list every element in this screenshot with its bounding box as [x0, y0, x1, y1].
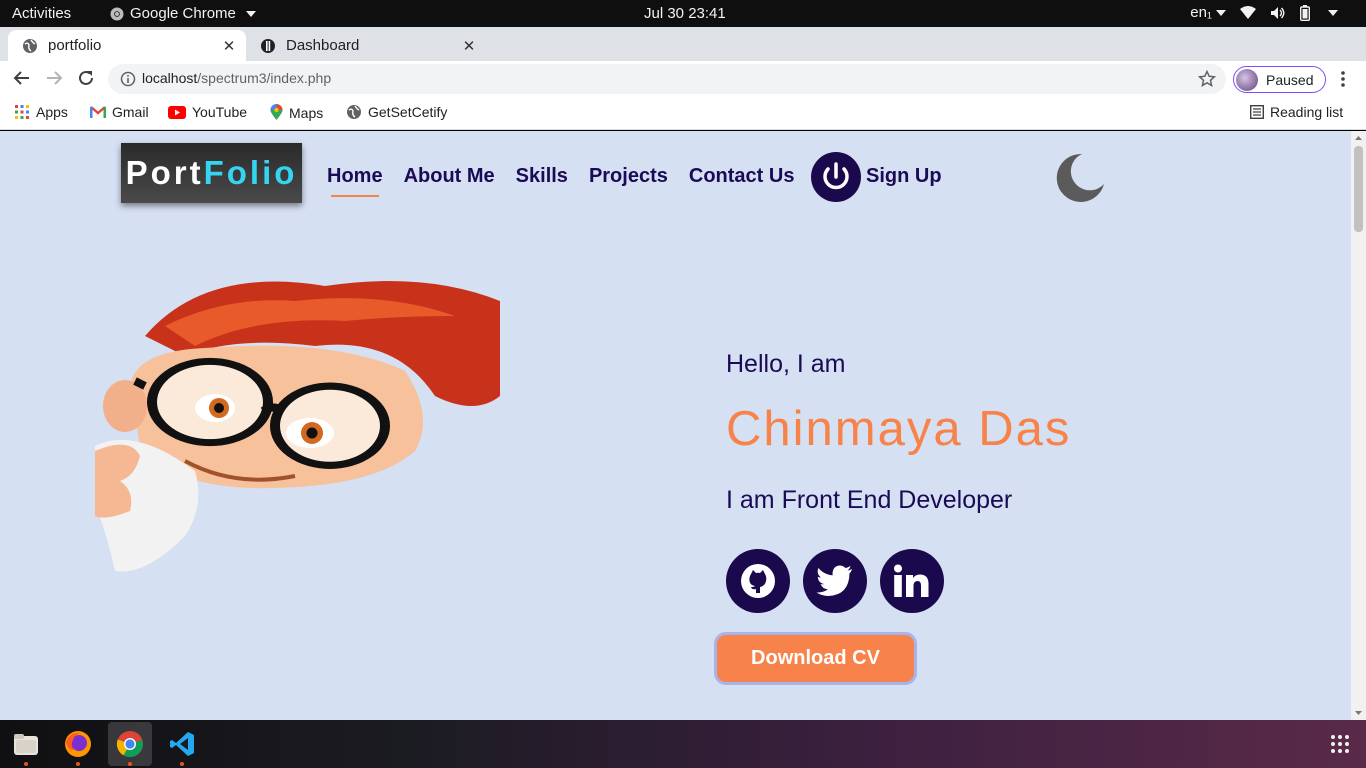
battery-icon	[1300, 4, 1310, 21]
moon-icon[interactable]	[1052, 151, 1106, 205]
chrome-icon	[110, 7, 124, 20]
close-icon[interactable]: ✕	[460, 37, 478, 55]
tab-strip: portfolio ✕ Dashboard ✕ +	[0, 27, 1366, 82]
address-bar[interactable]: localhost/spectrum3/index.php	[108, 64, 1226, 94]
volume-icon	[1271, 6, 1285, 19]
tab-title: portfolio	[48, 37, 102, 54]
dock-firefox[interactable]	[56, 722, 100, 766]
scroll-up-icon[interactable]	[1351, 133, 1366, 143]
youtube-icon	[168, 105, 186, 119]
hero-role: I am Front End Developer	[726, 486, 1013, 514]
profile-status: Paused	[1266, 71, 1314, 88]
running-indicator	[24, 762, 28, 766]
taskbar-dock	[0, 720, 1366, 768]
running-indicator	[128, 762, 132, 766]
bookmark-apps[interactable]: Apps	[14, 104, 68, 120]
bookmarks-bar: Apps Gmail YouTube Maps GetSetCetify Rea…	[0, 97, 1366, 130]
hero-illustration	[95, 281, 500, 572]
globe-icon	[23, 38, 37, 53]
bookmark-youtube[interactable]: YouTube	[168, 104, 247, 120]
bookmark-star-icon[interactable]	[1198, 70, 1216, 88]
language-indicator[interactable]: en₁	[1190, 4, 1226, 21]
chrome-icon	[116, 731, 143, 758]
dock-vscode[interactable]	[160, 722, 204, 766]
site-logo[interactable]: Port Folio	[121, 143, 302, 203]
maps-icon	[270, 104, 283, 120]
more-menu-icon[interactable]	[1340, 70, 1346, 88]
sign-up-power-button[interactable]	[811, 152, 861, 202]
profile-button[interactable]: Paused	[1233, 66, 1326, 93]
running-indicator	[76, 762, 80, 766]
github-link[interactable]	[726, 549, 790, 613]
url-text: localhost/spectrum3/index.php	[142, 70, 332, 86]
sign-up-link[interactable]: Sign Up	[866, 165, 942, 188]
scrollbar-thumb[interactable]	[1354, 146, 1363, 232]
files-icon	[14, 734, 38, 755]
reading-list-button[interactable]: Reading list	[1250, 104, 1343, 120]
twitter-link[interactable]	[803, 549, 867, 613]
bookmark-getsetcetify[interactable]: GetSetCetify	[346, 104, 447, 120]
chevron-down-icon	[1216, 10, 1226, 17]
dock-files[interactable]	[4, 722, 48, 766]
bookmark-gmail[interactable]: Gmail	[90, 104, 149, 120]
nav-home[interactable]: Home	[327, 165, 383, 197]
activities-button[interactable]: Activities	[12, 5, 71, 22]
clock[interactable]: Jul 30 23:41	[644, 5, 726, 22]
back-arrow-icon[interactable]	[12, 69, 32, 89]
forward-arrow-icon[interactable]	[44, 69, 64, 89]
system-tray[interactable]: en₁	[1190, 4, 1338, 21]
avatar	[1236, 68, 1258, 91]
close-icon[interactable]: ✕	[220, 37, 238, 55]
nav-projects[interactable]: Projects	[589, 165, 668, 188]
system-top-bar: Activities Google Chrome Jul 30 23:41 en…	[0, 0, 1366, 27]
nav-contact-us[interactable]: Contact Us	[689, 165, 795, 188]
chevron-down-icon	[245, 10, 256, 17]
dashboard-favicon-icon	[261, 38, 275, 53]
running-indicator	[180, 762, 184, 766]
app-menu[interactable]: Google Chrome	[110, 5, 256, 22]
download-cv-button[interactable]: Download CV	[714, 632, 917, 685]
linkedin-link[interactable]	[880, 549, 944, 613]
firefox-icon	[65, 731, 91, 757]
globe-icon	[347, 105, 361, 119]
twitter-icon	[816, 565, 852, 596]
bookmark-maps[interactable]: Maps	[270, 104, 323, 121]
reload-icon[interactable]	[76, 69, 96, 89]
vscode-icon	[170, 732, 194, 756]
gmail-icon	[90, 106, 106, 118]
tab-dashboard[interactable]: Dashboard ✕	[250, 30, 486, 61]
page-scrollbar[interactable]	[1351, 131, 1366, 720]
tab-portfolio[interactable]: portfolio ✕	[8, 30, 246, 61]
page-viewport: Port Folio Home About Me Skills Projects …	[0, 131, 1351, 720]
info-icon[interactable]	[120, 71, 136, 87]
show-applications-icon[interactable]	[1330, 734, 1350, 754]
reading-list-icon	[1250, 105, 1264, 119]
wifi-icon	[1240, 5, 1256, 19]
dock-chrome[interactable]	[108, 722, 152, 766]
hero-name: Chinmaya Das	[726, 402, 1072, 456]
github-icon	[741, 564, 775, 598]
nav-about-me[interactable]: About Me	[404, 165, 495, 188]
power-icon	[823, 162, 849, 190]
hero-greeting: Hello, I am	[726, 350, 846, 378]
nav-skills[interactable]: Skills	[516, 165, 568, 188]
main-nav: Home About Me Skills Projects Contact Us	[327, 165, 815, 197]
apps-grid-icon	[15, 105, 29, 119]
browser-toolbar: localhost/spectrum3/index.php Paused	[0, 61, 1366, 97]
scroll-down-icon[interactable]	[1351, 708, 1366, 718]
tab-title: Dashboard	[286, 37, 360, 54]
chevron-down-icon	[1328, 9, 1338, 16]
app-name-label: Google Chrome	[130, 5, 236, 22]
linkedin-icon	[894, 564, 929, 597]
